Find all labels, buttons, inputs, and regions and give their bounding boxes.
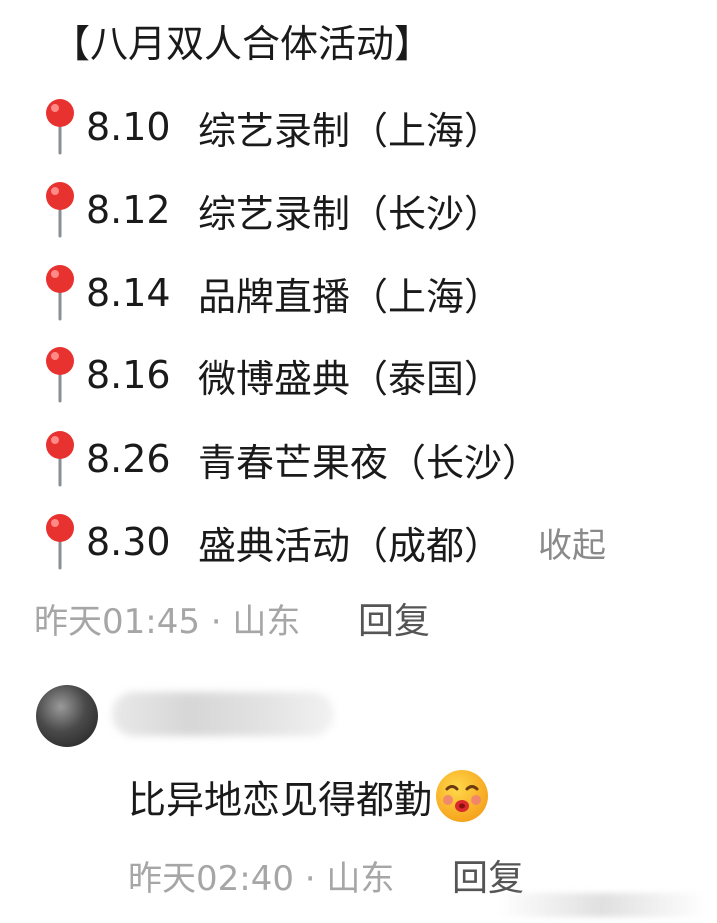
event-date: 8.16 bbox=[86, 353, 171, 397]
event-date: 8.10 bbox=[86, 105, 171, 149]
round-pushpin-icon bbox=[42, 429, 78, 489]
event-name: 青春芒果夜（长沙） bbox=[198, 440, 541, 485]
round-pushpin-icon bbox=[42, 263, 78, 323]
event-row: 8.12 综艺录制（长沙） bbox=[42, 180, 502, 240]
event-row: 8.30 盛典活动（成都） 收起 bbox=[42, 512, 606, 572]
event-name: 品牌直播（上海） bbox=[198, 274, 503, 319]
comment-meta: 昨天01:45 · 山东 bbox=[34, 602, 301, 642]
round-pushpin-icon bbox=[42, 97, 78, 157]
reply-button[interactable]: 回复 bbox=[358, 592, 430, 644]
event-row: 8.26 青春芒果夜（长沙） bbox=[42, 429, 540, 489]
kiss-face-emoji-icon bbox=[434, 768, 490, 824]
avatar[interactable] bbox=[36, 685, 98, 747]
event-date: 8.12 bbox=[86, 188, 171, 232]
event-name: 综艺录制（长沙） bbox=[198, 191, 503, 236]
sub-reply-text: 比异地恋见得都勤 bbox=[128, 768, 490, 824]
event-row: 8.16 微博盛典（泰国） bbox=[42, 345, 502, 405]
event-row: 8.14 品牌直播（上海） bbox=[42, 263, 502, 323]
event-row: 8.10 综艺录制（上海） bbox=[42, 97, 502, 157]
event-date: 8.14 bbox=[86, 271, 171, 315]
round-pushpin-icon bbox=[42, 512, 78, 572]
watermark bbox=[497, 893, 707, 917]
username-blurred[interactable] bbox=[112, 692, 334, 736]
event-date: 8.30 bbox=[86, 520, 171, 564]
event-name: 盛典活动（成都） bbox=[198, 523, 503, 568]
comment-title: 【八月双人合体活动】 bbox=[52, 22, 433, 66]
event-name: 微博盛典（泰国） bbox=[198, 356, 503, 401]
round-pushpin-icon bbox=[42, 345, 78, 405]
sub-reply-content: 比异地恋见得都勤 bbox=[128, 777, 433, 822]
round-pushpin-icon bbox=[42, 180, 78, 240]
event-date: 8.26 bbox=[86, 437, 171, 481]
event-name: 综艺录制（上海） bbox=[198, 108, 503, 153]
sub-reply-meta: 昨天02:40 · 山东 bbox=[128, 859, 395, 899]
collapse-link[interactable]: 收起 bbox=[538, 518, 606, 567]
